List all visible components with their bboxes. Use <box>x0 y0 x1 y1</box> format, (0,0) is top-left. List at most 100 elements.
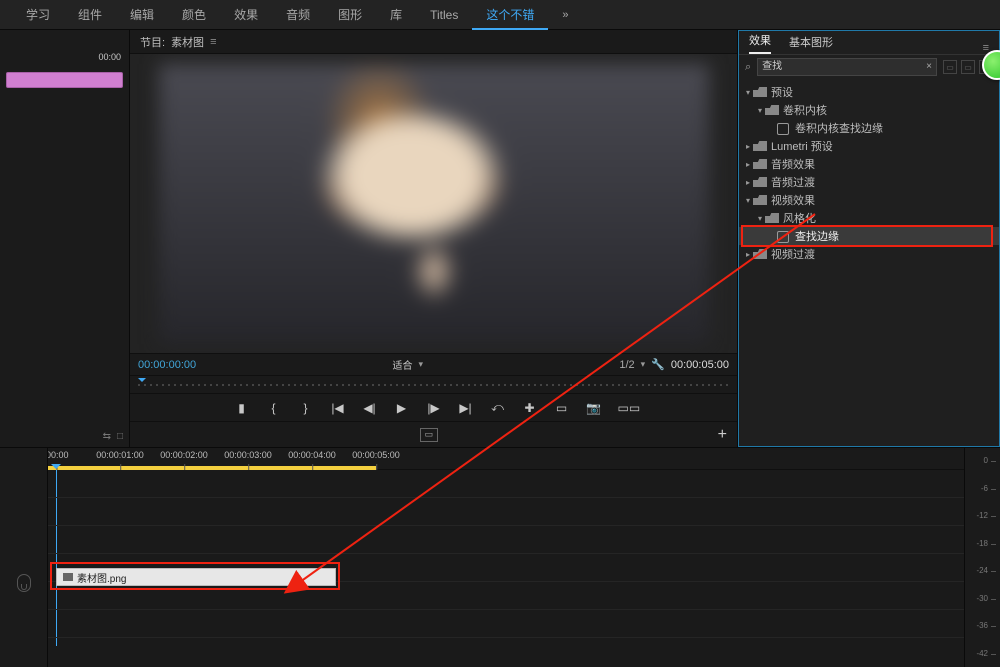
timeline-clip[interactable]: 素材图.png <box>56 568 336 586</box>
audio-meter: 0-6-12-18-24-30-36-42 <box>964 448 1000 667</box>
ruler-tick: 00:00:03:00 <box>224 450 272 460</box>
folder-icon <box>765 105 779 115</box>
menu-overflow[interactable]: » <box>548 9 582 21</box>
source-timecode: 00:00 <box>98 52 121 62</box>
out-point-button[interactable]: } <box>298 401 314 415</box>
db-label: -24 <box>972 566 996 576</box>
program-viewer[interactable] <box>130 54 737 353</box>
tree-node-3[interactable]: ▸Lumetri 预设 <box>739 137 999 155</box>
chevron-down-icon[interactable]: ▾ <box>755 214 765 223</box>
scrub-bar[interactable] <box>130 375 737 393</box>
menu-item-8[interactable]: Titles <box>416 0 472 30</box>
export-frame-button[interactable]: ▭ <box>554 401 570 415</box>
folder-icon <box>753 177 767 187</box>
wrench-icon[interactable]: 🔧 <box>651 358 665 371</box>
chevron-right-icon[interactable]: ▸ <box>743 160 753 169</box>
duration-timecode: 00:00:05:00 <box>671 359 729 371</box>
timeline-tracks[interactable]: 素材图.png <box>48 470 964 646</box>
effects-search-row: ⌕ 查找 × ▭ ▭ ▭ <box>739 55 999 79</box>
zoom-label[interactable]: 1/2 <box>619 359 634 371</box>
tree-node-7[interactable]: ▾ 风格化 <box>739 209 999 227</box>
tree-node-6[interactable]: ▾ 视频效果 <box>739 191 999 209</box>
menu-item-1[interactable]: 组件 <box>64 0 116 30</box>
tree-node-8[interactable]: 查找边缘 <box>739 227 999 245</box>
microphone-icon[interactable] <box>17 574 31 592</box>
search-text: 查找 <box>762 58 782 76</box>
track-a2[interactable] <box>48 582 964 610</box>
tree-node-2[interactable]: 卷积内核查找边缘 <box>739 119 999 137</box>
tree-label: 卷积内核 <box>783 102 827 118</box>
folder-icon <box>753 159 767 169</box>
tree-label: 卷积内核查找边缘 <box>795 120 883 136</box>
menu-item-6[interactable]: 图形 <box>324 0 376 30</box>
fit-selector[interactable]: 适合 ▾ <box>392 357 423 372</box>
chevron-right-icon[interactable]: ▸ <box>743 178 753 187</box>
preset-icon-1[interactable]: ▭ <box>943 60 957 74</box>
menu-item-7[interactable]: 库 <box>376 0 416 30</box>
source-icon-2[interactable]: □ <box>117 431 123 442</box>
go-to-in-button[interactable]: |◀ <box>330 401 346 415</box>
tree-label: 音频过渡 <box>771 174 815 190</box>
chevron-right-icon[interactable]: ▸ <box>743 250 753 259</box>
add-button[interactable]: + <box>718 426 727 444</box>
track-a3[interactable] <box>48 610 964 638</box>
menu-item-5[interactable]: 音频 <box>272 0 324 30</box>
tree-node-5[interactable]: ▸ 音频过渡 <box>739 173 999 191</box>
effects-tabs: 效果 基本图形 ≡ <box>739 31 999 55</box>
chevron-down-icon[interactable]: ▾ <box>641 359 646 370</box>
menu-item-3[interactable]: 颜色 <box>168 0 220 30</box>
db-label: -6 <box>972 484 996 494</box>
source-icon-1[interactable]: ⇆ <box>103 431 111 442</box>
menu-item-9[interactable]: 这个不错 <box>472 0 548 30</box>
tab-essential-graphics[interactable]: 基本图形 <box>789 34 833 54</box>
track-v2[interactable] <box>48 498 964 526</box>
settings-button[interactable]: ▭ <box>420 428 438 442</box>
tree-label: 视频过渡 <box>771 246 815 262</box>
fit-label: 适合 <box>392 357 412 372</box>
tree-node-4[interactable]: ▸ 音频效果 <box>739 155 999 173</box>
step-forward-button[interactable]: |▶ <box>426 401 442 415</box>
timeline-ruler[interactable]: :00:0000:00:01:0000:00:02:0000:00:03:000… <box>48 448 964 470</box>
source-panel: 00:00 ⇆ □ <box>0 30 130 447</box>
go-to-out-button[interactable]: ▶| <box>458 401 474 415</box>
scrub-playhead[interactable] <box>138 378 146 392</box>
chevron-down-icon[interactable]: ▾ <box>743 88 753 97</box>
tree-label: 音频效果 <box>771 156 815 172</box>
marker-button[interactable]: ▮ <box>234 401 250 415</box>
hamburger-icon[interactable]: ≡ <box>210 36 216 48</box>
timeline-tool-strip <box>0 448 48 667</box>
tree-label: 查找边缘 <box>795 228 839 244</box>
preset-icon-2[interactable]: ▭ <box>961 60 975 74</box>
menu-item-0[interactable]: 学习 <box>12 0 64 30</box>
db-scale: 0-6-12-18-24-30-36-42 <box>972 456 996 659</box>
tree-label: 风格化 <box>783 210 816 226</box>
lift-button[interactable]: ⤺ <box>490 400 506 415</box>
extract-button[interactable]: ✚ <box>522 401 538 415</box>
tab-effects[interactable]: 效果 <box>749 32 771 54</box>
tree-node-9[interactable]: ▸ 视频过渡 <box>739 245 999 263</box>
track-v1[interactable] <box>48 526 964 554</box>
step-back-button[interactable]: ◀| <box>362 401 378 415</box>
track-v3[interactable] <box>48 470 964 498</box>
chevron-down-icon[interactable]: ▾ <box>755 106 765 115</box>
scrub-track <box>138 384 729 386</box>
menu-item-4[interactable]: 效果 <box>220 0 272 30</box>
search-input[interactable]: 查找 × <box>757 58 937 76</box>
transport-controls: ▮ { } |◀ ◀| ▶ |▶ ▶| ⤺ ✚ ▭ 📷 ▭▭ <box>130 393 737 421</box>
timeline-main[interactable]: :00:0000:00:01:0000:00:02:0000:00:03:000… <box>48 448 964 667</box>
play-button[interactable]: ▶ <box>394 401 410 415</box>
ruler-tick: 00:00:04:00 <box>288 450 336 460</box>
chevron-down-icon[interactable]: ▾ <box>743 196 753 205</box>
compare-button[interactable]: ▭▭ <box>618 401 634 415</box>
current-timecode[interactable]: 00:00:00:00 <box>138 359 196 371</box>
tree-label: 视频效果 <box>771 192 815 208</box>
camera-icon[interactable]: 📷 <box>586 401 602 415</box>
clear-icon[interactable]: × <box>926 58 932 76</box>
in-point-button[interactable]: { <box>266 401 282 415</box>
menu-item-2[interactable]: 编辑 <box>116 0 168 30</box>
chevron-right-icon[interactable]: ▸ <box>743 142 753 151</box>
tree-node-0[interactable]: ▾预设 <box>739 83 999 101</box>
db-label: -18 <box>972 539 996 549</box>
tree-node-1[interactable]: ▾ 卷积内核 <box>739 101 999 119</box>
source-clip[interactable] <box>6 72 123 88</box>
